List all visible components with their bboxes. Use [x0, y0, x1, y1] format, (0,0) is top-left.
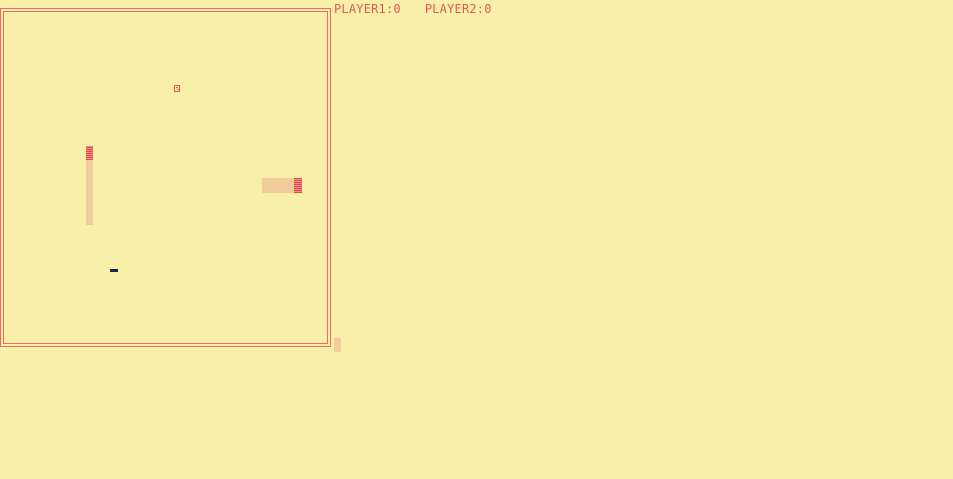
snake1-head: [86, 146, 93, 160]
snake1-body: [86, 160, 93, 225]
food-icon: [174, 85, 180, 92]
player-token: [110, 269, 118, 272]
player1-score: PLAYER1:0: [334, 2, 401, 16]
snake2-head: [294, 178, 302, 193]
scoreboard: PLAYER1:0 PLAYER2:0: [334, 2, 516, 16]
snake2-body: [262, 178, 294, 193]
player2-score: PLAYER2:0: [424, 2, 492, 16]
corner-marker: [334, 338, 341, 352]
